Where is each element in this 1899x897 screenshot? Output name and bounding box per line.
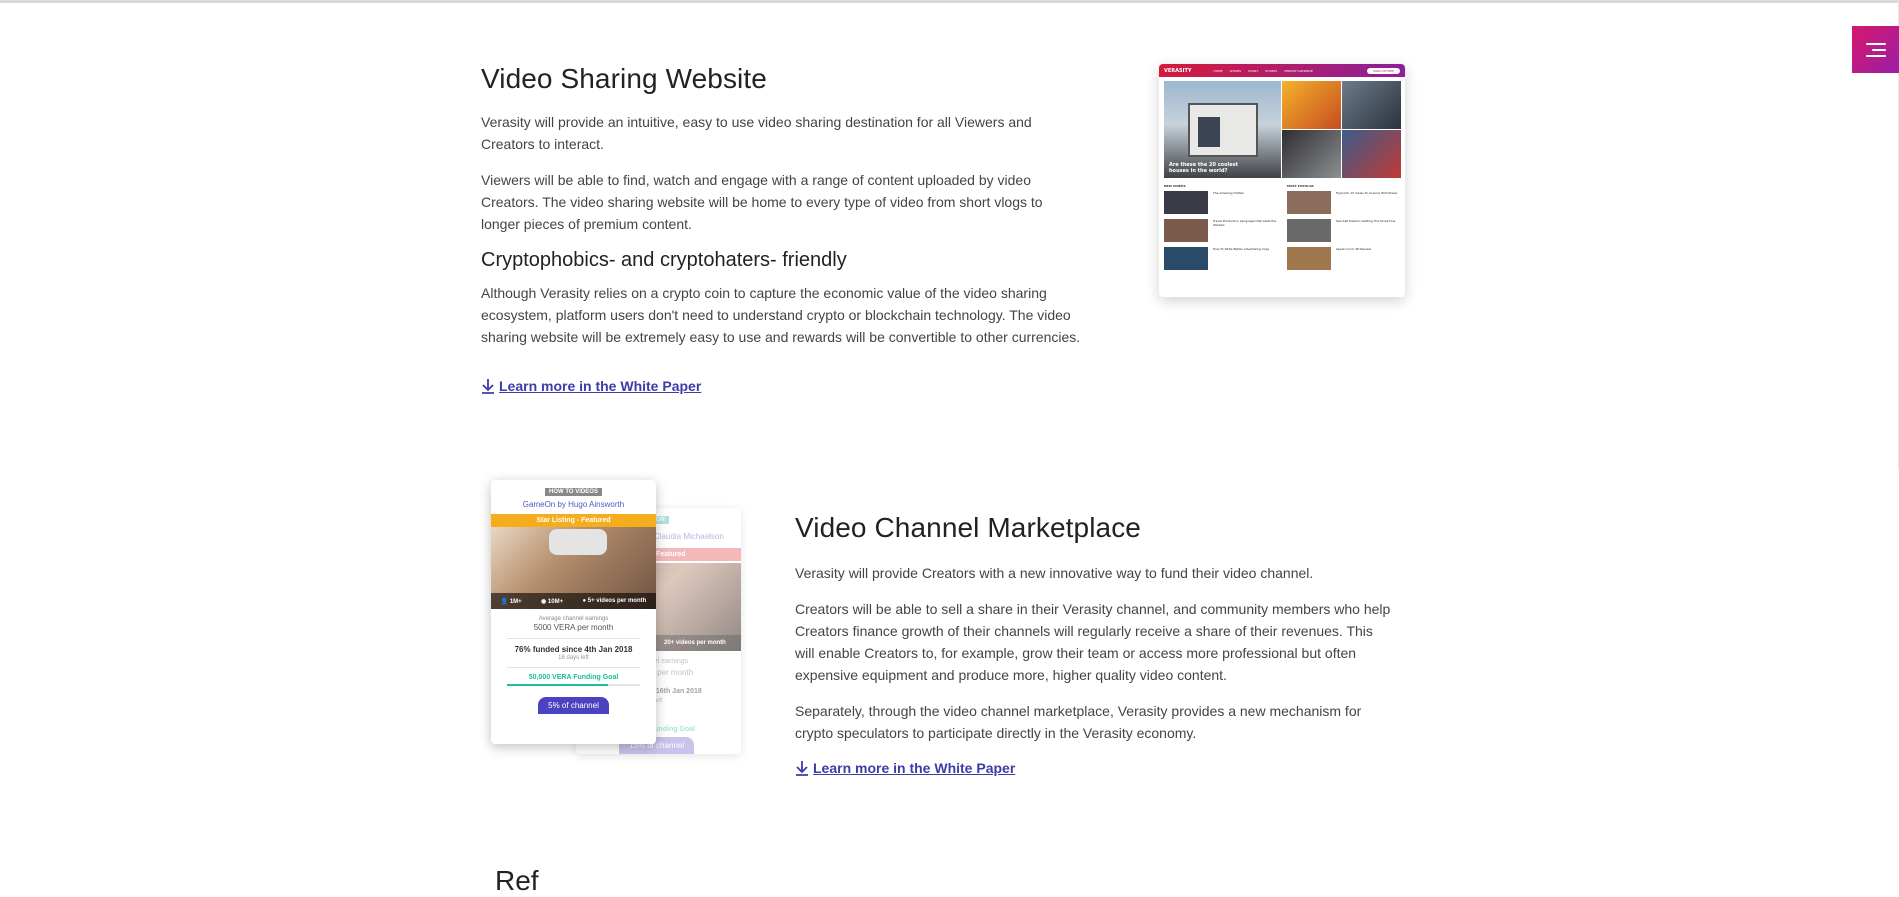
video-sharing-section: Video Sharing Website Verasity will prov… bbox=[481, 63, 1081, 399]
mock-video-item: Sea Salt Eastern Getting The Kinsa Fine bbox=[1287, 219, 1400, 242]
video-channel-marketplace-section: Video Channel Marketplace Verasity will … bbox=[795, 512, 1395, 781]
funded-status: 76% funded since 4th Jan 2018 bbox=[514, 645, 633, 654]
channel-card-front: HOW TO VIDEOS GameOn by Hugo Ainsworth S… bbox=[491, 480, 656, 744]
section-paragraph: Verasity will provide Creators with a ne… bbox=[795, 565, 1314, 581]
section-title: Video Channel Marketplace bbox=[795, 512, 1141, 543]
funded-status: e 16th Jan 2018 bbox=[650, 688, 702, 695]
website-screenshot: VERASITY HOME SHOWS CHART STORES VERASIT… bbox=[1159, 64, 1405, 297]
videos-stat: ● 5+ videos per month bbox=[582, 598, 647, 604]
white-paper-link[interactable]: Learn more in the White Paper bbox=[481, 378, 701, 394]
earnings-label: Average channel earnings bbox=[538, 616, 609, 622]
mock-video-item: The Amazing Hidden bbox=[1164, 191, 1277, 214]
marketplace-mockup: ION Claudia Michaelson Featured 20+ vide… bbox=[481, 480, 751, 792]
mock-tile bbox=[1342, 81, 1401, 129]
earnings-value: A per month bbox=[650, 668, 694, 677]
funding-goal: 50,000 VERA Funding Goal bbox=[528, 674, 619, 681]
mock-video-title: Apple Iconic 3D Review bbox=[1336, 247, 1372, 251]
mock-video-title: How To Write Better Advertising Copy bbox=[1213, 247, 1270, 251]
vr-headset-image bbox=[549, 529, 607, 555]
channel-stats: 👤 1M+ ◉ 10M+ ● 5+ videos per month bbox=[491, 593, 656, 609]
divider bbox=[507, 638, 640, 639]
mock-video-item: Apple Iconic 3D Review bbox=[1287, 247, 1400, 270]
mock-nav-link: SHOWS bbox=[1229, 68, 1242, 73]
mock-hero-image: Are these the 20 coolest houses in the w… bbox=[1164, 81, 1281, 178]
earnings-value: 5000 VERA per month bbox=[533, 623, 614, 632]
mock-video-title: Hypnotic 10 Views To Acquire Wild Power bbox=[1336, 191, 1398, 195]
mock-hero: Are these the 20 coolest houses in the w… bbox=[1164, 81, 1401, 182]
top-border bbox=[0, 0, 1899, 3]
section-paragraph: Separately, through the video channel ma… bbox=[795, 703, 1362, 741]
download-icon bbox=[796, 761, 808, 776]
featured-band: Star Listing - Featured bbox=[491, 514, 656, 527]
mock-video-item: Hypnotic 10 Views To Acquire Wild Power bbox=[1287, 191, 1400, 214]
menu-button[interactable] bbox=[1852, 26, 1899, 73]
mock-tile bbox=[1342, 130, 1401, 178]
mock-logo: VERASITY bbox=[1164, 67, 1192, 74]
category-tag: HOW TO VIDEOS bbox=[545, 488, 602, 496]
subscribers-stat: 👤 1M+ bbox=[500, 598, 522, 605]
download-icon bbox=[482, 379, 494, 394]
mock-tile bbox=[1282, 81, 1341, 129]
section-subtitle: Cryptophobics- and cryptohaters- friendl… bbox=[481, 249, 847, 271]
mock-nav-link: CHART bbox=[1248, 68, 1259, 73]
mock-signup: SIGN UP FREE bbox=[1367, 67, 1400, 74]
mock-video-item: Travel Production Language that Lasts th… bbox=[1164, 219, 1277, 242]
mock-nav-link: STORES bbox=[1265, 68, 1278, 73]
mock-tile bbox=[1282, 130, 1341, 178]
divider bbox=[507, 667, 640, 668]
mock-navbar: VERASITY HOME SHOWS CHART STORES VERASIT… bbox=[1159, 64, 1405, 77]
views-stat: ◉ 10M+ bbox=[541, 598, 564, 605]
mock-nav-link: VERASITY.ADSERVE bbox=[1284, 68, 1313, 73]
section-paragraph: Viewers will be able to find, watch and … bbox=[481, 172, 1043, 232]
white-paper-link-label: Learn more in the White Paper bbox=[499, 378, 702, 394]
creator-photo: 👤 1M+ ◉ 10M+ ● 5+ videos per month bbox=[491, 527, 656, 609]
mock-nav-links: HOME SHOWS CHART STORES VERASITY.ADSERVE bbox=[1214, 69, 1313, 73]
mock-video-title: Travel Production Language that Lasts th… bbox=[1213, 219, 1277, 227]
mock-video-item: How To Write Better Advertising Copy bbox=[1164, 247, 1277, 270]
section-paragraph: Although Verasity relies on a crypto coi… bbox=[481, 285, 1081, 345]
house-image bbox=[1188, 103, 1258, 157]
funding-progress-bar bbox=[507, 684, 640, 686]
section-paragraph: Creators will be able to sell a share in… bbox=[795, 601, 1391, 683]
mock-col-popular: MOST POPULAR Hypnotic 10 Views To Acquir… bbox=[1287, 184, 1400, 275]
funding-progress-fill bbox=[507, 684, 609, 686]
mock-nav-link: HOME bbox=[1213, 68, 1223, 73]
mock-col-new: NEW VIDEOS The Amazing Hidden Travel Pro… bbox=[1164, 184, 1277, 275]
white-paper-link[interactable]: Learn more in the White Paper bbox=[795, 760, 1015, 776]
mock-video-title: Sea Salt Eastern Getting The Kinsa Fine bbox=[1336, 219, 1396, 223]
mock-columns: NEW VIDEOS The Amazing Hidden Travel Pro… bbox=[1159, 182, 1405, 277]
next-section-title: Ref bbox=[495, 865, 539, 896]
mock-col-header: MOST POPULAR bbox=[1287, 184, 1314, 188]
section-paragraph: Verasity will provide an intuitive, easy… bbox=[481, 114, 1032, 152]
creator-name: Claudia Michaelson bbox=[654, 532, 724, 541]
funding-goal: Funding Goal bbox=[650, 726, 696, 733]
days-left: 18 days left bbox=[558, 655, 589, 661]
white-paper-link-label: Learn more in the White Paper bbox=[813, 760, 1016, 776]
channel-share-pill: 5% of channel bbox=[538, 697, 609, 714]
hamburger-icon bbox=[1865, 42, 1886, 57]
mock-hero-caption: Are these the 20 coolest houses in the w… bbox=[1169, 162, 1239, 174]
creator-name: GameOn by Hugo Ainsworth bbox=[522, 500, 625, 509]
mock-col-header: NEW VIDEOS bbox=[1164, 184, 1186, 188]
mock-video-title: The Amazing Hidden bbox=[1213, 191, 1245, 195]
section-title: Video Sharing Website bbox=[481, 63, 767, 94]
